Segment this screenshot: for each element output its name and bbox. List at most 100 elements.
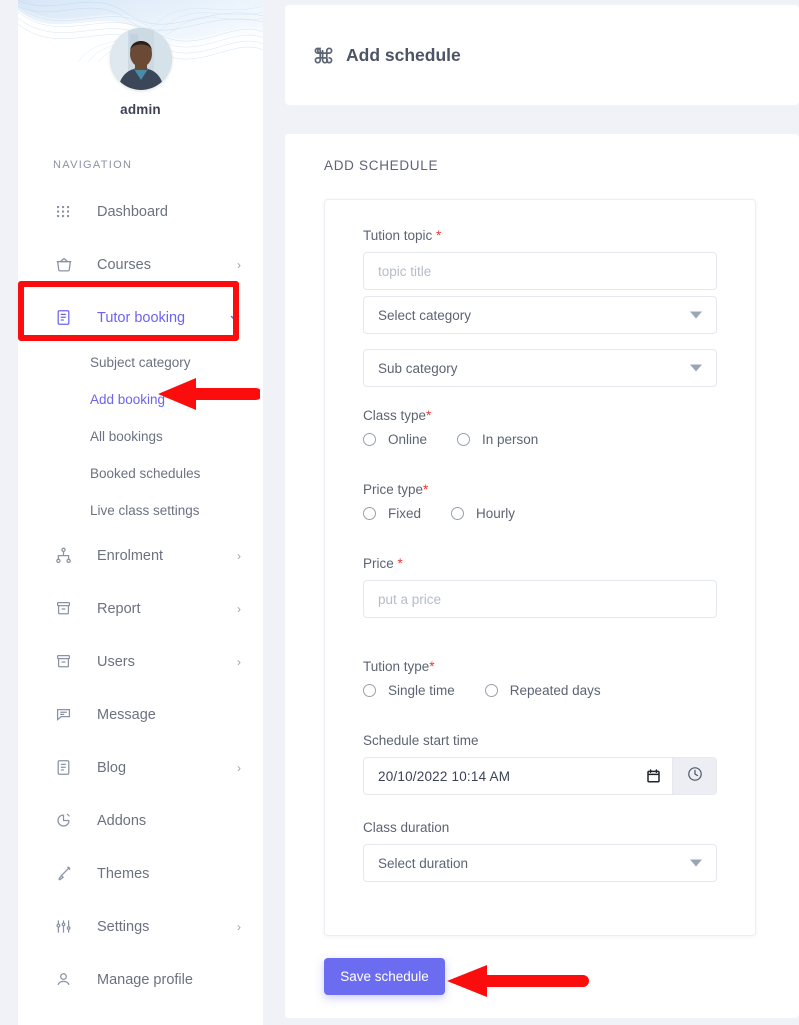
hierarchy-icon: [54, 546, 73, 565]
tution-type-radio-row: Single time Repeated days: [363, 683, 717, 698]
field-class-duration: Class duration Select duration: [363, 820, 717, 882]
archive-icon: [54, 599, 73, 618]
document-list-icon: [54, 758, 73, 777]
chevron-right-icon: ›: [237, 760, 241, 775]
nav-section-heading: NAVIGATION: [53, 159, 133, 171]
person-icon: [54, 970, 73, 989]
sidebar-item-label: Themes: [97, 865, 150, 882]
sidebar-item-manage-profile[interactable]: Manage profile: [18, 953, 263, 1006]
field-tution-topic: Tution topic *: [363, 228, 717, 290]
radio-circle-icon: [451, 507, 465, 520]
price-label-text: Price: [363, 556, 398, 571]
datetime-value: 20/10/2022 10:14 AM: [378, 768, 511, 784]
sidebar-item-settings[interactable]: Settings ›: [18, 900, 263, 953]
price-input[interactable]: [363, 580, 717, 618]
field-subcategory: Sub category: [363, 349, 717, 387]
radio-label: Fixed: [388, 506, 422, 521]
profile-name: admin: [120, 102, 161, 117]
sidebar-item-label: Settings: [97, 918, 150, 935]
class-duration-value: Select duration: [378, 855, 469, 871]
sidebar-subitem-live-class-settings[interactable]: Live class settings: [18, 492, 263, 529]
nav-list: Dashboard Courses › Tutor booking Subjec…: [18, 185, 263, 1006]
clock-icon: [687, 766, 703, 787]
avatar[interactable]: [109, 28, 172, 90]
sidebar-item-label: Manage profile: [97, 971, 193, 988]
radio-circle-icon: [484, 684, 498, 697]
sliders-icon: [54, 917, 73, 936]
sidebar-subitem-add-booking[interactable]: Add booking: [18, 381, 263, 418]
main-content: Add schedule ADD SCHEDULE Tution topic *…: [263, 0, 799, 1025]
add-schedule-card: ADD SCHEDULE Tution topic * Select categ…: [285, 134, 799, 1018]
chevron-right-icon: ›: [237, 257, 241, 272]
radio-label: In person: [482, 432, 539, 447]
sidebar-item-addons[interactable]: Addons: [18, 794, 263, 847]
radio-label: Repeated days: [509, 683, 601, 698]
tution-type-label: Tution type*: [363, 659, 717, 674]
sidebar-item-label: Enrolment: [97, 547, 164, 564]
chevron-right-icon: ›: [237, 601, 241, 616]
document-list-icon: [54, 308, 73, 327]
save-schedule-button[interactable]: Save schedule: [324, 958, 445, 995]
chevron-down-icon: [690, 311, 702, 319]
archive-icon: [54, 652, 73, 671]
brush-icon: [54, 864, 73, 883]
field-price-type: Price type* Fixed Hourly: [363, 482, 717, 521]
sidebar-submenu-tutor-booking: Subject category Add booking All booking…: [18, 344, 263, 529]
sidebar-item-label: Report: [97, 600, 141, 617]
category-select-value: Select category: [378, 307, 472, 323]
sidebar-item-label: Addons: [97, 812, 147, 829]
radio-tution-type-single-time[interactable]: Single time: [363, 683, 455, 698]
clock-icon-button[interactable]: [672, 758, 716, 794]
sidebar-subitem-booked-schedules[interactable]: Booked schedules: [18, 455, 263, 492]
chevron-down-icon: [229, 312, 241, 324]
sidebar-item-enrolment[interactable]: Enrolment ›: [18, 529, 263, 582]
sidebar-item-blog[interactable]: Blog ›: [18, 741, 263, 794]
card-title: ADD SCHEDULE: [324, 158, 439, 173]
sidebar-item-message[interactable]: Message: [18, 688, 263, 741]
tution-type-label-text: Tution type: [363, 659, 430, 674]
required-asterisk: *: [436, 228, 442, 243]
category-select[interactable]: Select category: [363, 296, 717, 334]
sidebar-subitem-all-bookings[interactable]: All bookings: [18, 418, 263, 455]
sidebar-item-courses[interactable]: Courses ›: [18, 238, 263, 291]
chat-bubble-icon: [54, 705, 73, 724]
field-schedule-start-time: Schedule start time 20/10/2022 10:14 AM: [363, 733, 717, 795]
sidebar-subitem-subject-category[interactable]: Subject category: [18, 344, 263, 381]
radio-price-type-hourly[interactable]: Hourly: [451, 506, 515, 521]
sidebar: admin NAVIGATION Dashboard Courses › Tut…: [18, 0, 263, 1025]
chevron-right-icon: ›: [237, 919, 241, 934]
radio-tution-type-repeated-days[interactable]: Repeated days: [484, 683, 601, 698]
tution-topic-label: Tution topic *: [363, 228, 717, 243]
sidebar-item-label: Users: [97, 653, 135, 670]
field-class-type: Class type* Online In person: [363, 408, 717, 447]
app-root: admin NAVIGATION Dashboard Courses › Tut…: [0, 0, 799, 1025]
sidebar-item-dashboard[interactable]: Dashboard: [18, 185, 263, 238]
sidebar-item-tutor-booking[interactable]: Tutor booking: [18, 291, 263, 344]
datetime-input[interactable]: 20/10/2022 10:14 AM: [364, 758, 672, 794]
class-duration-select[interactable]: Select duration: [363, 844, 717, 882]
required-asterisk: *: [429, 659, 435, 674]
sidebar-item-label: Dashboard: [97, 203, 168, 220]
datetime-picker[interactable]: 20/10/2022 10:14 AM: [363, 757, 717, 795]
sidebar-item-users[interactable]: Users ›: [18, 635, 263, 688]
grid-dots-icon: [54, 202, 73, 221]
subnav-list: Subject category Add booking All booking…: [18, 344, 263, 529]
tution-topic-input[interactable]: [363, 252, 717, 290]
price-type-label: Price type*: [363, 482, 717, 497]
class-type-label-text: Class type: [363, 408, 427, 423]
sidebar-item-themes[interactable]: Themes: [18, 847, 263, 900]
price-label: Price *: [363, 556, 717, 571]
calendar-icon[interactable]: [647, 769, 660, 783]
required-asterisk: *: [423, 482, 429, 497]
sidebar-item-label: Blog: [97, 759, 127, 776]
subcategory-select[interactable]: Sub category: [363, 349, 717, 387]
sidebar-item-report[interactable]: Report ›: [18, 582, 263, 635]
schedule-start-time-label: Schedule start time: [363, 733, 479, 748]
radio-class-type-in-person[interactable]: In person: [457, 432, 538, 447]
radio-class-type-online[interactable]: Online: [363, 432, 427, 447]
sidebar-item-label: Message: [97, 706, 156, 723]
field-tution-type: Tution type* Single time Repeated days: [363, 659, 717, 698]
page-header: Add schedule: [285, 5, 799, 105]
radio-circle-icon: [363, 507, 376, 520]
radio-price-type-fixed[interactable]: Fixed: [363, 506, 421, 521]
